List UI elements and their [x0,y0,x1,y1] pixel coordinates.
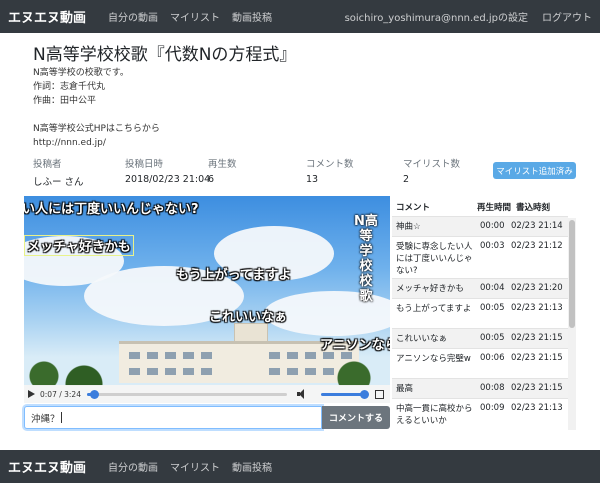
nav-mylist[interactable]: マイリスト [170,9,220,24]
comment-posted-time: 02/23 21:12 [511,241,563,251]
video-title: N高等学校校歌『代数Nの方程式』 [33,45,297,65]
trees [24,356,390,386]
header-comment[interactable]: コメント [396,201,430,213]
comment-row[interactable]: アニソンなら完璧w 00:06 02/23 21:15 [392,348,568,378]
stat-date: 2018/02/23 21:04 [125,174,211,185]
header-playback-time[interactable]: 再生時間 [477,201,511,213]
nav-user-settings[interactable]: soichiro_yoshimura@nnn.ed.jpの設定 [345,9,528,24]
comment-playback-time: 00:05 [480,303,505,313]
comment-row[interactable]: 受験に専念したい人には丁度いいんじゃない? 00:03 02/23 21:12 [392,236,568,278]
submit-comment-button[interactable]: コメントする [322,406,390,429]
comment-row[interactable]: もう上がってますよ 00:05 02/23 21:13 [392,298,568,328]
description-line: N高等学校公式HPはこちらから [33,124,160,134]
volume-slider[interactable] [320,389,369,399]
comment-row[interactable]: 中高一貫に高校からえるといいか 00:09 02/23 21:13 [392,398,568,428]
comment-posted-time: 02/23 21:13 [511,303,563,313]
comment-list-header: コメント 再生時間 書込時刻 [392,196,578,216]
nav-my-videos[interactable]: 自分の動画 [108,9,158,24]
comment-text: 受験に専念したい人には丁度いいんじゃない? [396,242,473,276]
comment-row[interactable]: 神曲☆ 00:00 02/23 21:14 [392,216,568,236]
stat-views: 6 [208,174,215,185]
mylist-added-button[interactable]: マイリスト追加済み [493,162,576,179]
comment-text: メッチャ好きかも [396,284,464,294]
nav-upload[interactable]: 動画投稿 [232,9,272,24]
player-controls: 0:07 / 3:24 [24,385,390,403]
comment-playback-time: 00:00 [480,221,505,231]
comment-text: 中高一貫に高校からえるといいか [396,404,473,426]
stat-header-poster: 投稿者 [33,159,62,170]
comment-playback-time: 00:05 [480,333,505,343]
description-line: 作詞：志倉千代丸 [33,82,106,92]
brand-logo-footer[interactable]: エヌエヌ動画 [8,457,86,476]
danmaku-comment: これいいなぁ [209,310,288,325]
comment-list-scrollbar[interactable] [568,218,576,430]
stat-comments: 13 [306,174,319,185]
stat-header-date: 投稿日時 [125,159,164,170]
comment-text: 神曲☆ [396,222,421,232]
comment-posted-time: 02/23 21:15 [511,333,563,343]
danmaku-comment: アニソンなら [320,338,390,353]
scrollbar-thumb[interactable] [569,220,575,328]
fullscreen-icon[interactable] [374,389,384,399]
time-display: 0:07 / 3:24 [40,389,81,399]
brand-logo[interactable]: エヌエヌ動画 [8,7,86,26]
comment-text: もう上がってますよ [396,304,472,314]
description-link[interactable]: http://nnn.ed.jp/ [33,136,160,150]
comment-playback-time: 00:08 [480,383,505,393]
comment-posted-time: 02/23 21:14 [511,221,563,231]
comment-playback-time: 00:09 [480,403,505,413]
stat-header-mylists: マイリスト数 [403,159,461,170]
comment-row[interactable]: これいいなぁ 00:05 02/23 21:15 [392,328,568,348]
nav-logout[interactable]: ログアウト [542,9,592,24]
footer-nav-mylist[interactable]: マイリスト [170,459,220,474]
video-player[interactable]: N高等学校 校歌 い人には丁度いいんじゃない? メッチャ好きかも もう上がってま… [24,196,390,403]
comment-row[interactable]: メッチャ好きかも 00:04 02/23 21:20 [392,278,568,298]
danmaku-comment: もう上がってますよ [176,268,292,283]
comment-text: 最高 [396,384,414,394]
seek-handle[interactable] [89,389,99,399]
bottom-navbar: エヌエヌ動画 自分の動画 マイリスト 動画投稿 [0,450,600,483]
comment-input-value: 沖縄？ [31,413,60,425]
comment-list: コメント 再生時間 書込時刻 神曲☆ 00:00 02/23 21:14 受験に専念し… [392,196,578,430]
danmaku-comment-selected: メッチャ好きかも [24,235,134,256]
header-posted-time[interactable]: 書込時刻 [516,201,550,213]
comment-text: アニソンなら完璧w [396,354,471,364]
footer-nav-upload[interactable]: 動画投稿 [232,459,272,474]
comment-row[interactable]: 最高 00:08 02/23 21:15 [392,378,568,398]
top-navbar: エヌエヌ動画 自分の動画 マイリスト 動画投稿 soichiro_yoshimu… [0,0,600,33]
danmaku-comment: い人には丁度いいんじゃない? [24,202,199,217]
description-line [33,108,160,122]
comment-posted-time: 02/23 21:15 [511,383,563,393]
comment-posted-time: 02/23 21:20 [511,283,563,293]
stat-header-comments: コメント数 [306,159,354,170]
volume-handle[interactable] [359,389,369,399]
stat-mylists: 2 [403,174,410,185]
comment-text: これいいなぁ [396,334,448,344]
volume-icon[interactable] [296,389,307,399]
comment-posted-time: 02/23 21:13 [511,403,563,413]
comment-playback-time: 00:04 [480,283,505,293]
comment-posted-time: 02/23 21:15 [511,353,563,363]
stat-poster[interactable]: しふー さん [33,174,84,188]
video-description: N高等学校の校歌です。 作詞：志倉千代丸 作曲：田中公平 N高等学校公式HPはこ… [33,66,160,150]
comment-input[interactable]: 沖縄？ [24,406,322,429]
footer-nav-my-videos[interactable]: 自分の動画 [108,459,158,474]
comment-playback-time: 00:03 [480,241,505,251]
play-icon[interactable] [28,390,35,398]
description-line: 作曲：田中公平 [33,96,97,106]
stat-header-views: 再生数 [208,159,237,170]
seek-bar[interactable] [86,389,287,399]
description-line: N高等学校の校歌です。 [33,68,129,78]
video-overlay-title: N高等学校 校歌 [354,214,378,304]
comment-playback-time: 00:06 [480,353,505,363]
